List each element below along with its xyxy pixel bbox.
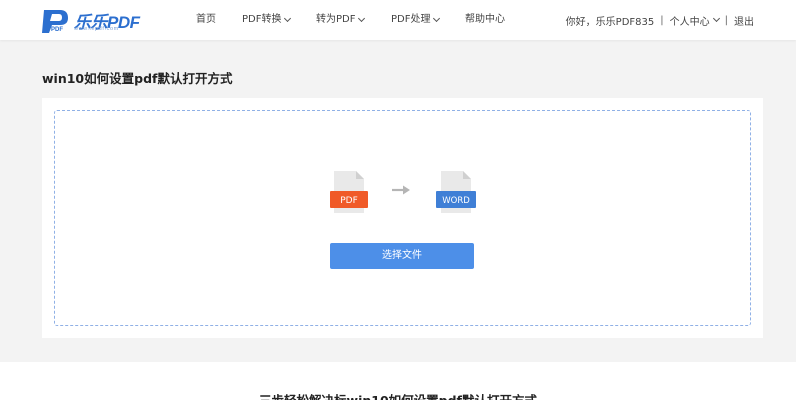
word-file-icon: WORD (436, 171, 476, 213)
nav-item-label: PDF转换 (242, 14, 282, 25)
chevron-down-icon (433, 14, 441, 23)
nav-item-label: 转为PDF (316, 14, 356, 25)
divider: | (724, 14, 728, 26)
user-menu: 你好，乐乐PDF835 | 个人中心 | 退出 (566, 0, 754, 40)
upload-panel (42, 98, 763, 338)
user-greeting[interactable]: 你好，乐乐PDF835 (566, 13, 655, 28)
nav-item-label: 帮助中心 (465, 14, 505, 25)
logo-url: www.lepdf.com (74, 26, 119, 32)
nav-item-to-pdf[interactable]: 转为PDF (316, 0, 366, 40)
word-file-label: WORD (442, 196, 470, 206)
section-title: 三步轻松解决标win10如何设置pdf默认打开方式 (0, 390, 796, 400)
top-header: PDF 乐乐PDF www.lepdf.com 首页 PDF转换 转为PDF P… (0, 0, 796, 40)
user-center-link[interactable]: 个人中心 (670, 13, 710, 28)
page-title: win10如何设置pdf默认打开方式 (42, 71, 233, 86)
nav-item-label: PDF处理 (391, 14, 431, 25)
nav-item-label: 首页 (196, 14, 216, 25)
pdf-file-label: PDF (340, 196, 358, 206)
nav-item-help[interactable]: 帮助中心 (465, 0, 505, 40)
logo-mark-text: PDF (51, 27, 63, 33)
select-file-button[interactable]: 选择文件 (330, 243, 474, 269)
chevron-down-icon (358, 14, 366, 23)
site-logo[interactable]: PDF 乐乐PDF www.lepdf.com (40, 6, 140, 36)
file-dropzone[interactable] (54, 110, 751, 326)
chevron-down-icon (284, 14, 292, 23)
logout-link[interactable]: 退出 (734, 13, 754, 28)
pdf-file-icon: PDF (330, 171, 368, 213)
chevron-down-icon[interactable] (712, 14, 720, 23)
divider: | (660, 14, 664, 26)
nav-item-pdf-process[interactable]: PDF处理 (391, 0, 441, 40)
nav-item-pdf-convert[interactable]: PDF转换 (242, 0, 292, 40)
arrow-right-icon (392, 185, 410, 195)
steps-section: 三步轻松解决标win10如何设置pdf默认打开方式 (0, 362, 796, 400)
nav-item-home[interactable]: 首页 (196, 0, 216, 40)
logo-mark-icon: PDF (42, 10, 68, 33)
